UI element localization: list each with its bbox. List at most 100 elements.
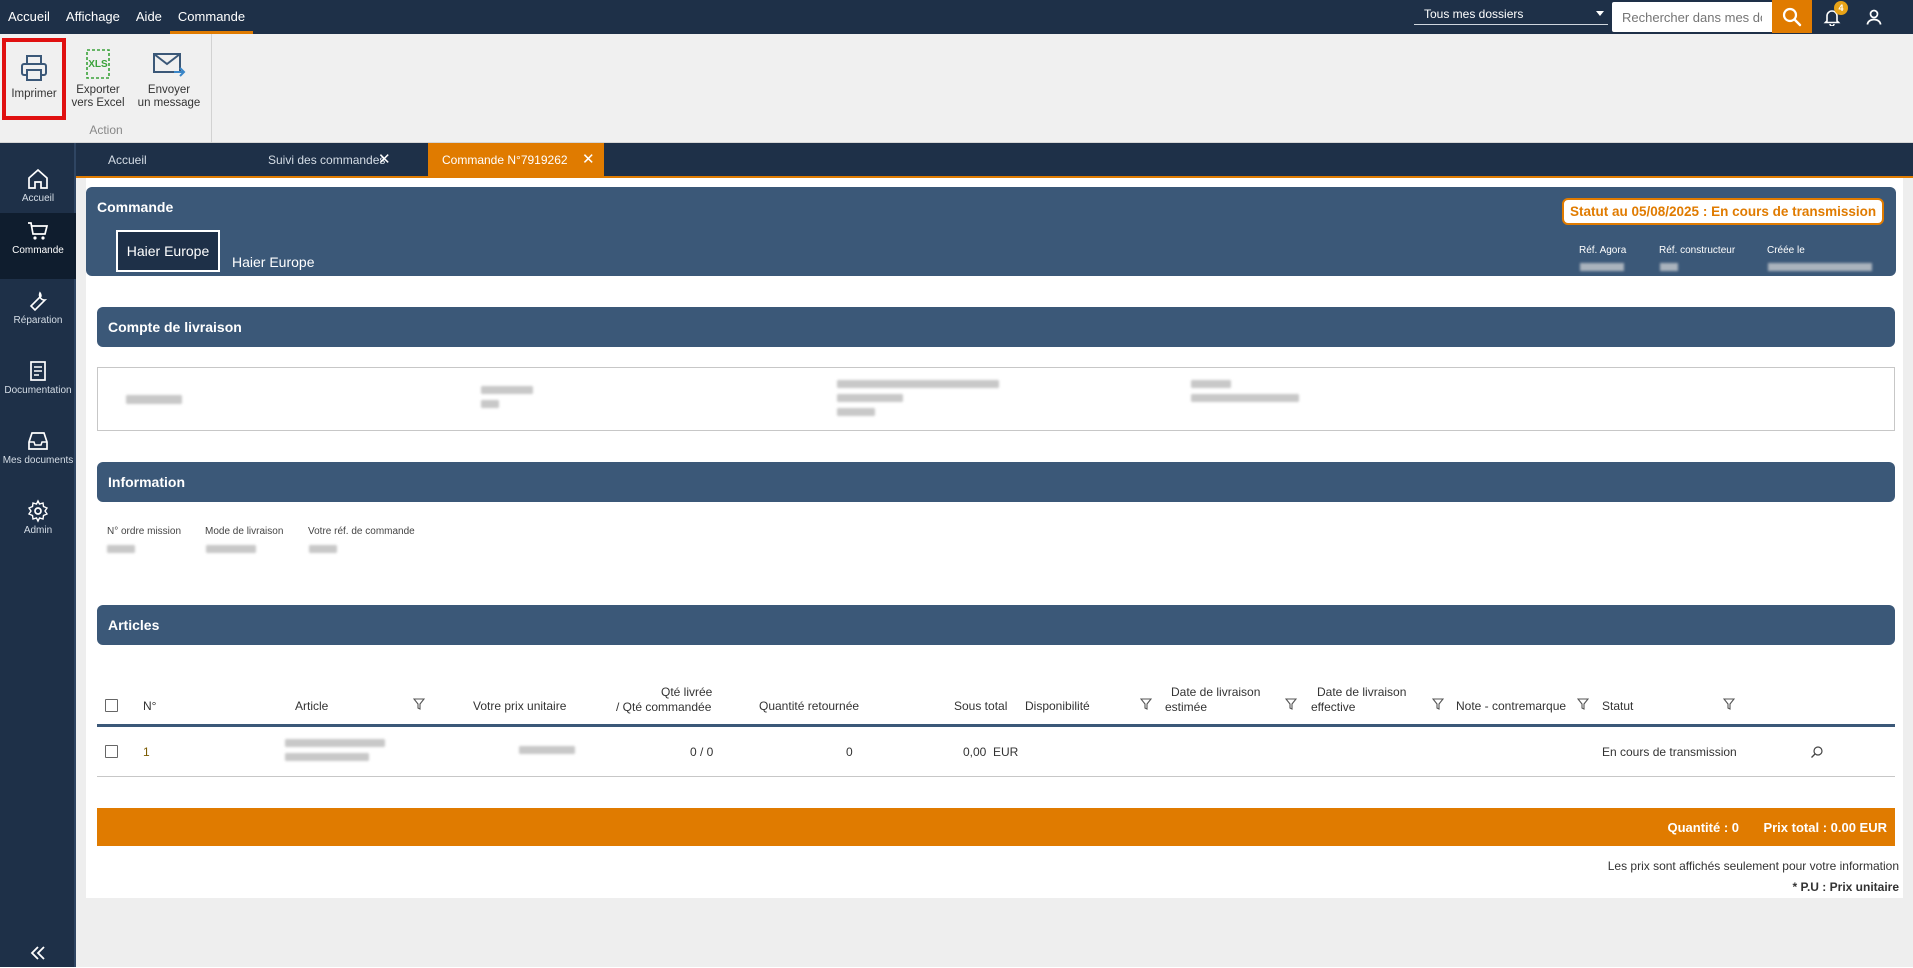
select-all-checkbox[interactable] — [105, 699, 118, 712]
ref-agora-value-redacted — [1580, 263, 1624, 271]
user-icon — [1866, 9, 1882, 25]
redacted-text — [481, 400, 499, 408]
search-input[interactable] — [1612, 2, 1772, 32]
double-chevron-left-icon — [30, 946, 45, 960]
tab-label: Accueil — [108, 153, 147, 167]
header-note-contremarque: Note - contremarque — [1456, 699, 1567, 713]
ribbon-group-action: Imprimer XLS Exporter vers Excel Envoyer… — [0, 34, 212, 143]
header-date-estimee-line2: estimée — [1165, 700, 1208, 714]
redacted-text — [837, 380, 999, 388]
information-section-header: Information — [97, 462, 1895, 502]
articles-section-title: Articles — [108, 617, 160, 633]
redacted-text — [1191, 380, 1231, 388]
ref-constructeur-label: Réf. constructeur — [1659, 245, 1736, 256]
sidebar-item-commande[interactable]: Commande — [0, 213, 76, 279]
wrench-icon — [29, 291, 48, 312]
redacted-text — [519, 746, 575, 754]
search-button[interactable] — [1772, 0, 1812, 33]
filter-icon[interactable] — [1577, 698, 1589, 710]
articles-table: N° Article Votre prix unitaire Qté livré… — [97, 683, 1895, 777]
search-icon[interactable] — [1810, 745, 1824, 759]
filter-icon[interactable] — [1140, 698, 1152, 710]
tab-accueil[interactable]: Accueil — [94, 143, 244, 177]
redacted-text — [837, 394, 903, 402]
close-icon[interactable]: ✕ — [378, 143, 391, 177]
export-excel-label-line1: Exporter — [76, 84, 120, 96]
home-icon — [28, 168, 48, 189]
tab-suivi-commandes[interactable]: Suivi des commandes ✕ — [254, 143, 404, 177]
row-checkbox[interactable] — [105, 745, 118, 758]
redacted-text — [837, 408, 875, 416]
close-icon[interactable]: ✕ — [582, 143, 595, 177]
user-menu-button[interactable] — [1860, 3, 1888, 31]
delivery-section-title: Compte de livraison — [108, 319, 242, 335]
table-header-row: N° Article Votre prix unitaire Qté livré… — [97, 683, 1895, 727]
mail-send-icon — [153, 53, 186, 77]
header-statut: Statut — [1602, 699, 1634, 713]
price-legend: * P.U : Prix unitaire — [1792, 880, 1899, 894]
redacted-text — [285, 739, 385, 747]
filter-icon[interactable] — [1285, 698, 1297, 710]
print-button[interactable]: Imprimer — [2, 38, 66, 120]
information-section-title: Information — [108, 474, 185, 490]
left-sidebar: Accueil Commande Réparation Documentatio… — [0, 143, 76, 967]
sidebar-collapse-button[interactable] — [28, 943, 48, 963]
tab-commande-7919262[interactable]: Commande N°7919262 ✕ — [428, 143, 604, 177]
row-num: 1 — [143, 745, 150, 759]
sidebar-item-mes-documents[interactable]: Mes documents — [0, 423, 76, 489]
filter-icon[interactable] — [1723, 698, 1735, 710]
redacted-text — [285, 753, 369, 761]
total-quantity: Quantité : 0 — [1667, 820, 1739, 835]
tab-label: Suivi des commandes — [268, 153, 386, 167]
ribbon-group-label: Action — [89, 123, 123, 137]
mode-livraison-label: Mode de livraison — [205, 526, 284, 537]
menu-commande[interactable]: Commande — [169, 0, 254, 34]
sidebar-item-admin[interactable]: Admin — [0, 493, 76, 559]
filter-icon[interactable] — [1432, 698, 1444, 710]
votre-ref-label: Votre réf. de commande — [308, 526, 415, 537]
sidebar-item-label: Commande — [12, 245, 64, 256]
header-article: Article — [295, 699, 329, 713]
sidebar-item-label: Réparation — [13, 315, 63, 326]
folder-select-value: Tous mes dossiers — [1424, 7, 1524, 21]
redacted-text — [107, 545, 135, 553]
table-row[interactable]: 1 0 / 0 0 0,00 EUR En cours de transmiss… — [97, 727, 1895, 777]
cart-icon — [28, 222, 49, 240]
header-qte-commandee: / Qté commandée — [616, 700, 712, 714]
sidebar-item-documentation[interactable]: Documentation — [0, 353, 76, 419]
order-title: Commande — [97, 199, 174, 215]
top-menu-bar: Accueil Affichage Aide Commande Tous mes… — [0, 0, 1913, 34]
excel-icon: XLS — [86, 49, 110, 79]
main-menu: Accueil Affichage Aide Commande — [0, 0, 254, 34]
document-icon — [30, 361, 46, 381]
filter-icon[interactable] — [413, 698, 425, 710]
menu-accueil[interactable]: Accueil — [0, 0, 58, 34]
main-content: Commande Haier Europe Haier Europe Statu… — [76, 178, 1913, 967]
header-disponibilite: Disponibilité — [1025, 699, 1090, 713]
sidebar-item-label: Documentation — [4, 385, 72, 396]
menu-affichage[interactable]: Affichage — [58, 0, 128, 34]
delivery-section-header: Compte de livraison — [97, 307, 1895, 347]
export-excel-button[interactable]: XLS Exporter vers Excel — [66, 38, 130, 120]
header-date-effective-line1: Date de livraison — [1317, 685, 1407, 699]
menu-aide[interactable]: Aide — [128, 0, 170, 34]
brand-logo: Haier Europe — [116, 230, 220, 272]
ordre-mission-label: N° ordre mission — [107, 526, 182, 537]
order-panel — [86, 178, 1903, 898]
header-prix-unitaire: Votre prix unitaire — [473, 699, 567, 713]
header-sous-total: Sous total — [954, 699, 1008, 713]
totals-bar: Quantité : 0 Prix total : 0.00 EUR — [97, 808, 1895, 846]
folder-select[interactable]: Tous mes dossiers — [1414, 3, 1608, 25]
row-sous-total: 0,00 — [963, 745, 987, 759]
print-label: Imprimer — [11, 88, 57, 100]
status-prefix: Statut au 05/08/2025 : — [1570, 204, 1712, 219]
printer-icon — [21, 55, 47, 81]
header-qte-livree: Qté livrée — [661, 685, 713, 699]
notifications-button[interactable]: 4 — [1818, 1, 1848, 31]
sidebar-item-reparation[interactable]: Réparation — [0, 283, 76, 349]
redacted-text — [1191, 394, 1299, 402]
status-value: En cours de transmission — [1711, 204, 1877, 219]
send-message-label-line2: un message — [137, 97, 201, 109]
row-devise: EUR — [993, 745, 1019, 759]
send-message-button[interactable]: Envoyer un message — [134, 38, 204, 120]
